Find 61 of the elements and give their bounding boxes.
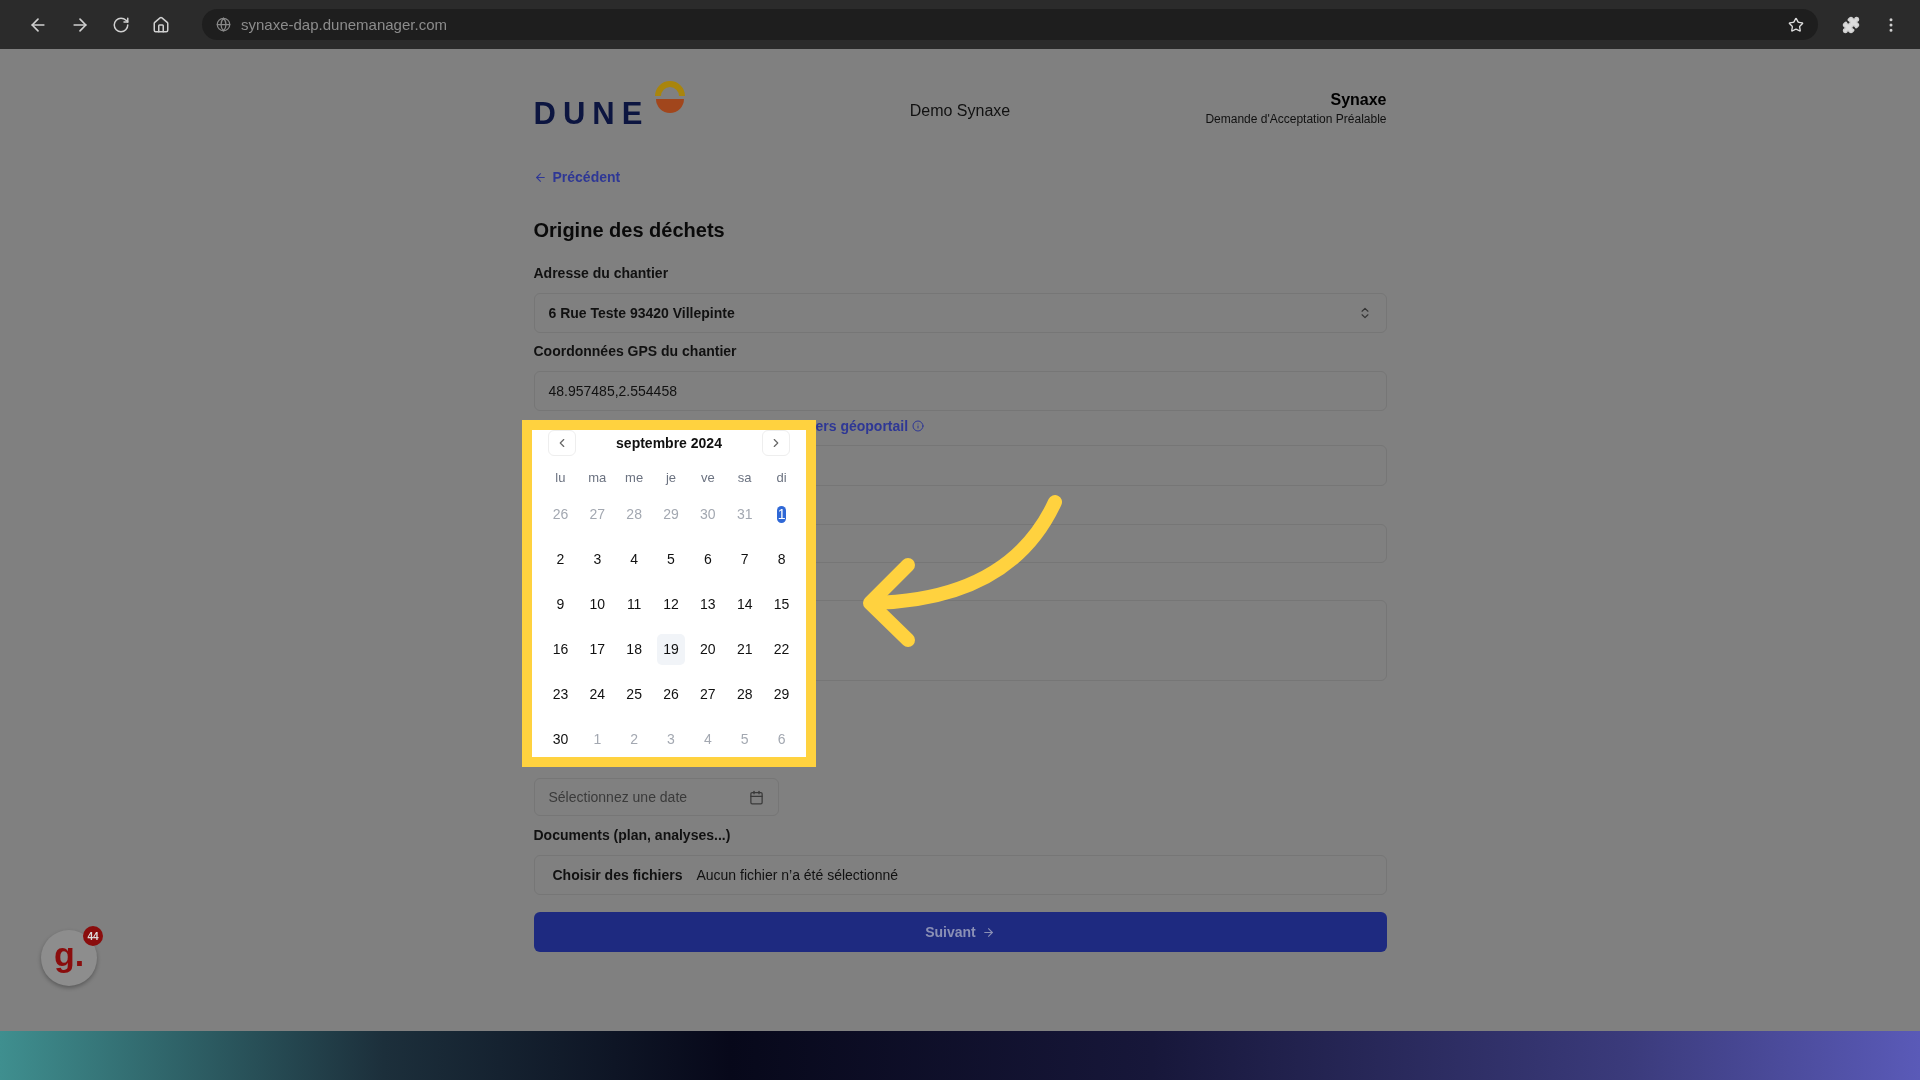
calendar-day[interactable]: 26	[652, 672, 690, 717]
logo-text: DUNE	[533, 98, 650, 129]
next-button[interactable]: Suivant	[533, 912, 1387, 952]
calendar-icon	[748, 789, 764, 805]
file-input[interactable]: Choisir des fichiers Aucun fichier n’a été sélectionné	[533, 855, 1387, 895]
notification-count: 44	[83, 926, 103, 946]
calendar-day[interactable]: 5	[652, 537, 690, 582]
org-name: Synaxe	[1330, 90, 1387, 109]
info-icon	[912, 420, 925, 432]
weekday-label: ma	[587, 468, 608, 487]
calendar-day[interactable]: 6	[689, 537, 727, 582]
weekday-label: ve	[700, 468, 716, 487]
calendar-day[interactable]: 29	[763, 672, 800, 717]
logo-sun-icon	[653, 81, 688, 115]
calendar-day[interactable]: 7	[726, 537, 764, 582]
arrow-left-icon	[533, 170, 547, 184]
calendar-day[interactable]: 20	[689, 627, 727, 672]
arrow-right-icon	[981, 925, 995, 939]
field-label: Documents (plan, analyses...)	[533, 826, 732, 845]
calendar-day[interactable]: 16	[542, 627, 579, 672]
calendar-day[interactable]: 30	[542, 717, 579, 762]
calendar-day[interactable]: 25	[615, 672, 653, 717]
address-select[interactable]: 6 Rue Teste 93420 Villepinte	[533, 293, 1387, 333]
field-label: Adresse du chantier	[533, 264, 670, 283]
month-label: septembre 2024	[616, 435, 722, 451]
url-text: synaxe-dap.dunemanager.com	[241, 16, 448, 33]
section-title: Origine des déchets	[533, 218, 726, 243]
calendar-day[interactable]: 23	[542, 672, 579, 717]
calendar-day[interactable]: 12	[652, 582, 690, 627]
calendar-day[interactable]: 28	[726, 672, 764, 717]
calendar-day[interactable]: 1	[763, 492, 800, 537]
weekday-label: di	[775, 468, 788, 487]
star-icon[interactable]	[1788, 16, 1804, 33]
calendar-day[interactable]: 27	[689, 672, 727, 717]
weekday-label: sa	[736, 468, 753, 487]
address-bar[interactable]: synaxe-dap.dunemanager.com	[202, 9, 1818, 40]
calendar-day[interactable]: 22	[763, 627, 800, 672]
org-subtitle: Demande d'Acceptation Préalable	[1205, 111, 1387, 126]
globe-icon	[216, 17, 231, 32]
calendar-day[interactable]: 11	[615, 582, 653, 627]
project-title: Demo Synaxe	[909, 101, 1011, 120]
calendar-day[interactable]: 18	[615, 627, 653, 672]
calendar-day[interactable]: 15	[763, 582, 800, 627]
calendar-day[interactable]: 10	[578, 582, 616, 627]
weekday-label: me	[624, 468, 645, 487]
weekday-label: lu	[554, 468, 567, 487]
calendar-day[interactable]: 3	[578, 537, 616, 582]
choose-files-button[interactable]: Choisir des fichiers	[548, 867, 687, 883]
calendar-day[interactable]: 13	[689, 582, 727, 627]
calendar-day[interactable]: 8	[763, 537, 800, 582]
calendar-day[interactable]: 2	[542, 537, 579, 582]
text-field[interactable]: 48.957485,2.554458	[533, 371, 1387, 411]
calendar-day[interactable]: 14	[726, 582, 764, 627]
field-label: Coordonnées GPS du chantier	[533, 342, 738, 361]
calendar-day[interactable]: 9	[542, 582, 579, 627]
calendar-day[interactable]: 24	[578, 672, 616, 717]
badge-logo: g.	[53, 937, 85, 971]
weekday-label: je	[664, 468, 678, 487]
calendar-day[interactable]: 17	[578, 627, 616, 672]
calendar-day[interactable]: 21	[726, 627, 764, 672]
calendar-day[interactable]: 4	[615, 537, 653, 582]
